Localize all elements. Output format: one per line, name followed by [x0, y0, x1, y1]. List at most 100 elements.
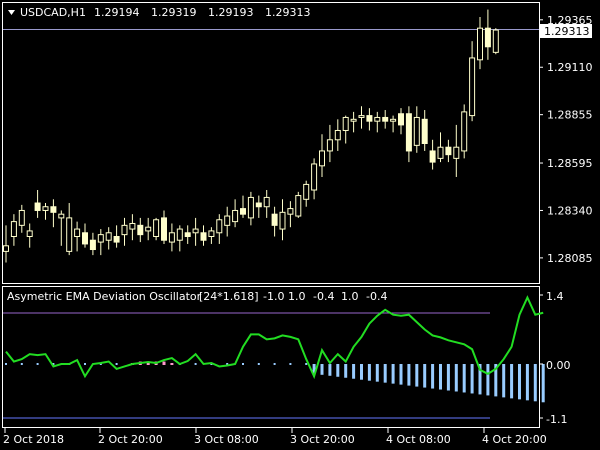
candle-body — [97, 234, 104, 243]
candle-body — [184, 232, 191, 237]
histogram-zero-dot — [242, 363, 244, 365]
histogram-bar-negative — [360, 364, 363, 380]
candle-body — [247, 196, 254, 219]
candle-body — [66, 217, 73, 252]
candle-body — [26, 230, 33, 237]
candle-body — [18, 209, 25, 226]
candle-body — [255, 202, 262, 208]
candle-body — [390, 118, 397, 122]
candle-body — [453, 146, 460, 159]
histogram-bar-negative — [328, 364, 332, 376]
ohlc-open: 1.29194 — [94, 6, 140, 19]
candle-body — [113, 236, 120, 243]
candle-body — [374, 116, 381, 122]
histogram-bar-negative — [518, 364, 521, 400]
time-label-4: 3 Oct 20:00 — [290, 433, 355, 446]
candle-body — [382, 116, 389, 122]
candle-body — [477, 27, 483, 61]
histogram-bar-positive — [162, 361, 166, 365]
candle-body — [168, 232, 175, 243]
indicator-value-5: -0.4 — [366, 290, 387, 303]
indicator-value-3: -0.4 — [313, 290, 334, 303]
candle-body — [287, 208, 294, 215]
histogram-bar-negative — [446, 364, 450, 391]
histogram-bar-negative — [352, 364, 356, 379]
candle-body — [208, 230, 215, 237]
candle-body — [429, 150, 436, 163]
histogram-bar-positive — [170, 363, 174, 365]
candle-body — [461, 111, 468, 152]
candle-body — [105, 232, 112, 241]
candle-body — [413, 116, 420, 146]
price-axis: 1.293651.291101.288551.285951.283401.280… — [539, 14, 593, 265]
indicator-label: Asymetric EMA Deviation Oscillator — [7, 290, 202, 303]
ohlc-close: 1.29313 — [265, 6, 311, 19]
histogram-zero-dot — [84, 363, 86, 365]
oscillator-histogram — [5, 361, 545, 403]
candle-body — [153, 219, 160, 237]
candle-body — [74, 228, 81, 237]
indicator-params: [24*1.618] — [199, 290, 259, 303]
candle-body — [145, 226, 152, 232]
price-tick-label: 1.29110 — [547, 61, 593, 74]
time-label-1: 2 Oct 2018 — [3, 433, 64, 446]
price-tick-label: 1.28340 — [547, 204, 593, 217]
time-label-3: 3 Oct 08:00 — [194, 433, 259, 446]
candle-body — [42, 206, 49, 211]
candle-body — [161, 217, 167, 241]
price-tick-label: 1.28855 — [547, 109, 593, 122]
candle-body — [200, 232, 207, 241]
histogram-bar-negative — [462, 364, 466, 393]
indicator-value-4: 1.0 — [341, 290, 359, 303]
histogram-zero-dot — [273, 363, 276, 365]
indicator-tick-top: 1.4 — [546, 290, 564, 303]
time-axis: 2 Oct 2018 2 Oct 20:00 3 Oct 08:00 3 Oct… — [3, 428, 547, 446]
candle-body — [405, 113, 412, 152]
candle-body — [121, 224, 128, 236]
ohlc-high: 1.29319 — [151, 6, 197, 19]
histogram-bar-negative — [431, 364, 435, 389]
time-label-6: 4 Oct 20:00 — [482, 433, 547, 446]
histogram-bar-negative — [439, 364, 442, 390]
histogram-bar-negative — [375, 364, 379, 382]
ohlc-low: 1.29193 — [208, 6, 254, 19]
candle-body — [58, 213, 65, 219]
histogram-bar-negative — [399, 364, 403, 385]
histogram-bar-negative — [533, 364, 537, 402]
candle-body — [216, 219, 223, 234]
histogram-bar-negative — [525, 364, 529, 401]
candle-body — [89, 239, 96, 251]
price-tick-label: 1.28595 — [547, 157, 593, 170]
indicator-tick-zero: 0.00 — [546, 359, 571, 372]
candles-group — [3, 9, 499, 263]
histogram-zero-dot — [115, 363, 118, 365]
candle-body — [311, 163, 318, 191]
dropdown-triangle-icon[interactable] — [8, 10, 15, 15]
candle-body — [50, 206, 57, 213]
candle-body — [350, 118, 357, 122]
indicator-pane-frame — [2, 286, 540, 428]
candle-body — [263, 196, 270, 208]
candle-body — [224, 215, 231, 226]
candle-body — [34, 202, 41, 211]
histogram-zero-dot — [305, 363, 308, 365]
candle-body — [176, 228, 183, 241]
candle-body — [445, 146, 452, 156]
trading-chart[interactable]: 1.293651.291101.288551.285951.283401.280… — [0, 0, 600, 450]
histogram-bar-negative — [383, 364, 387, 383]
histogram-bar-negative — [486, 364, 490, 396]
histogram-zero-dot — [257, 363, 260, 365]
histogram-zero-dot — [20, 363, 23, 365]
histogram-zero-dot — [289, 363, 292, 365]
candle-body — [421, 118, 428, 144]
candle-body — [437, 146, 444, 159]
candle-body — [326, 139, 333, 152]
time-label-5: 4 Oct 08:00 — [386, 433, 451, 446]
candle-body — [10, 221, 17, 237]
histogram-zero-dot — [5, 363, 7, 365]
histogram-bar-negative — [336, 364, 340, 377]
candle-body — [358, 115, 365, 118]
histogram-zero-dot — [36, 363, 39, 365]
histogram-bar-negative — [415, 364, 419, 387]
candle-body — [342, 116, 349, 131]
